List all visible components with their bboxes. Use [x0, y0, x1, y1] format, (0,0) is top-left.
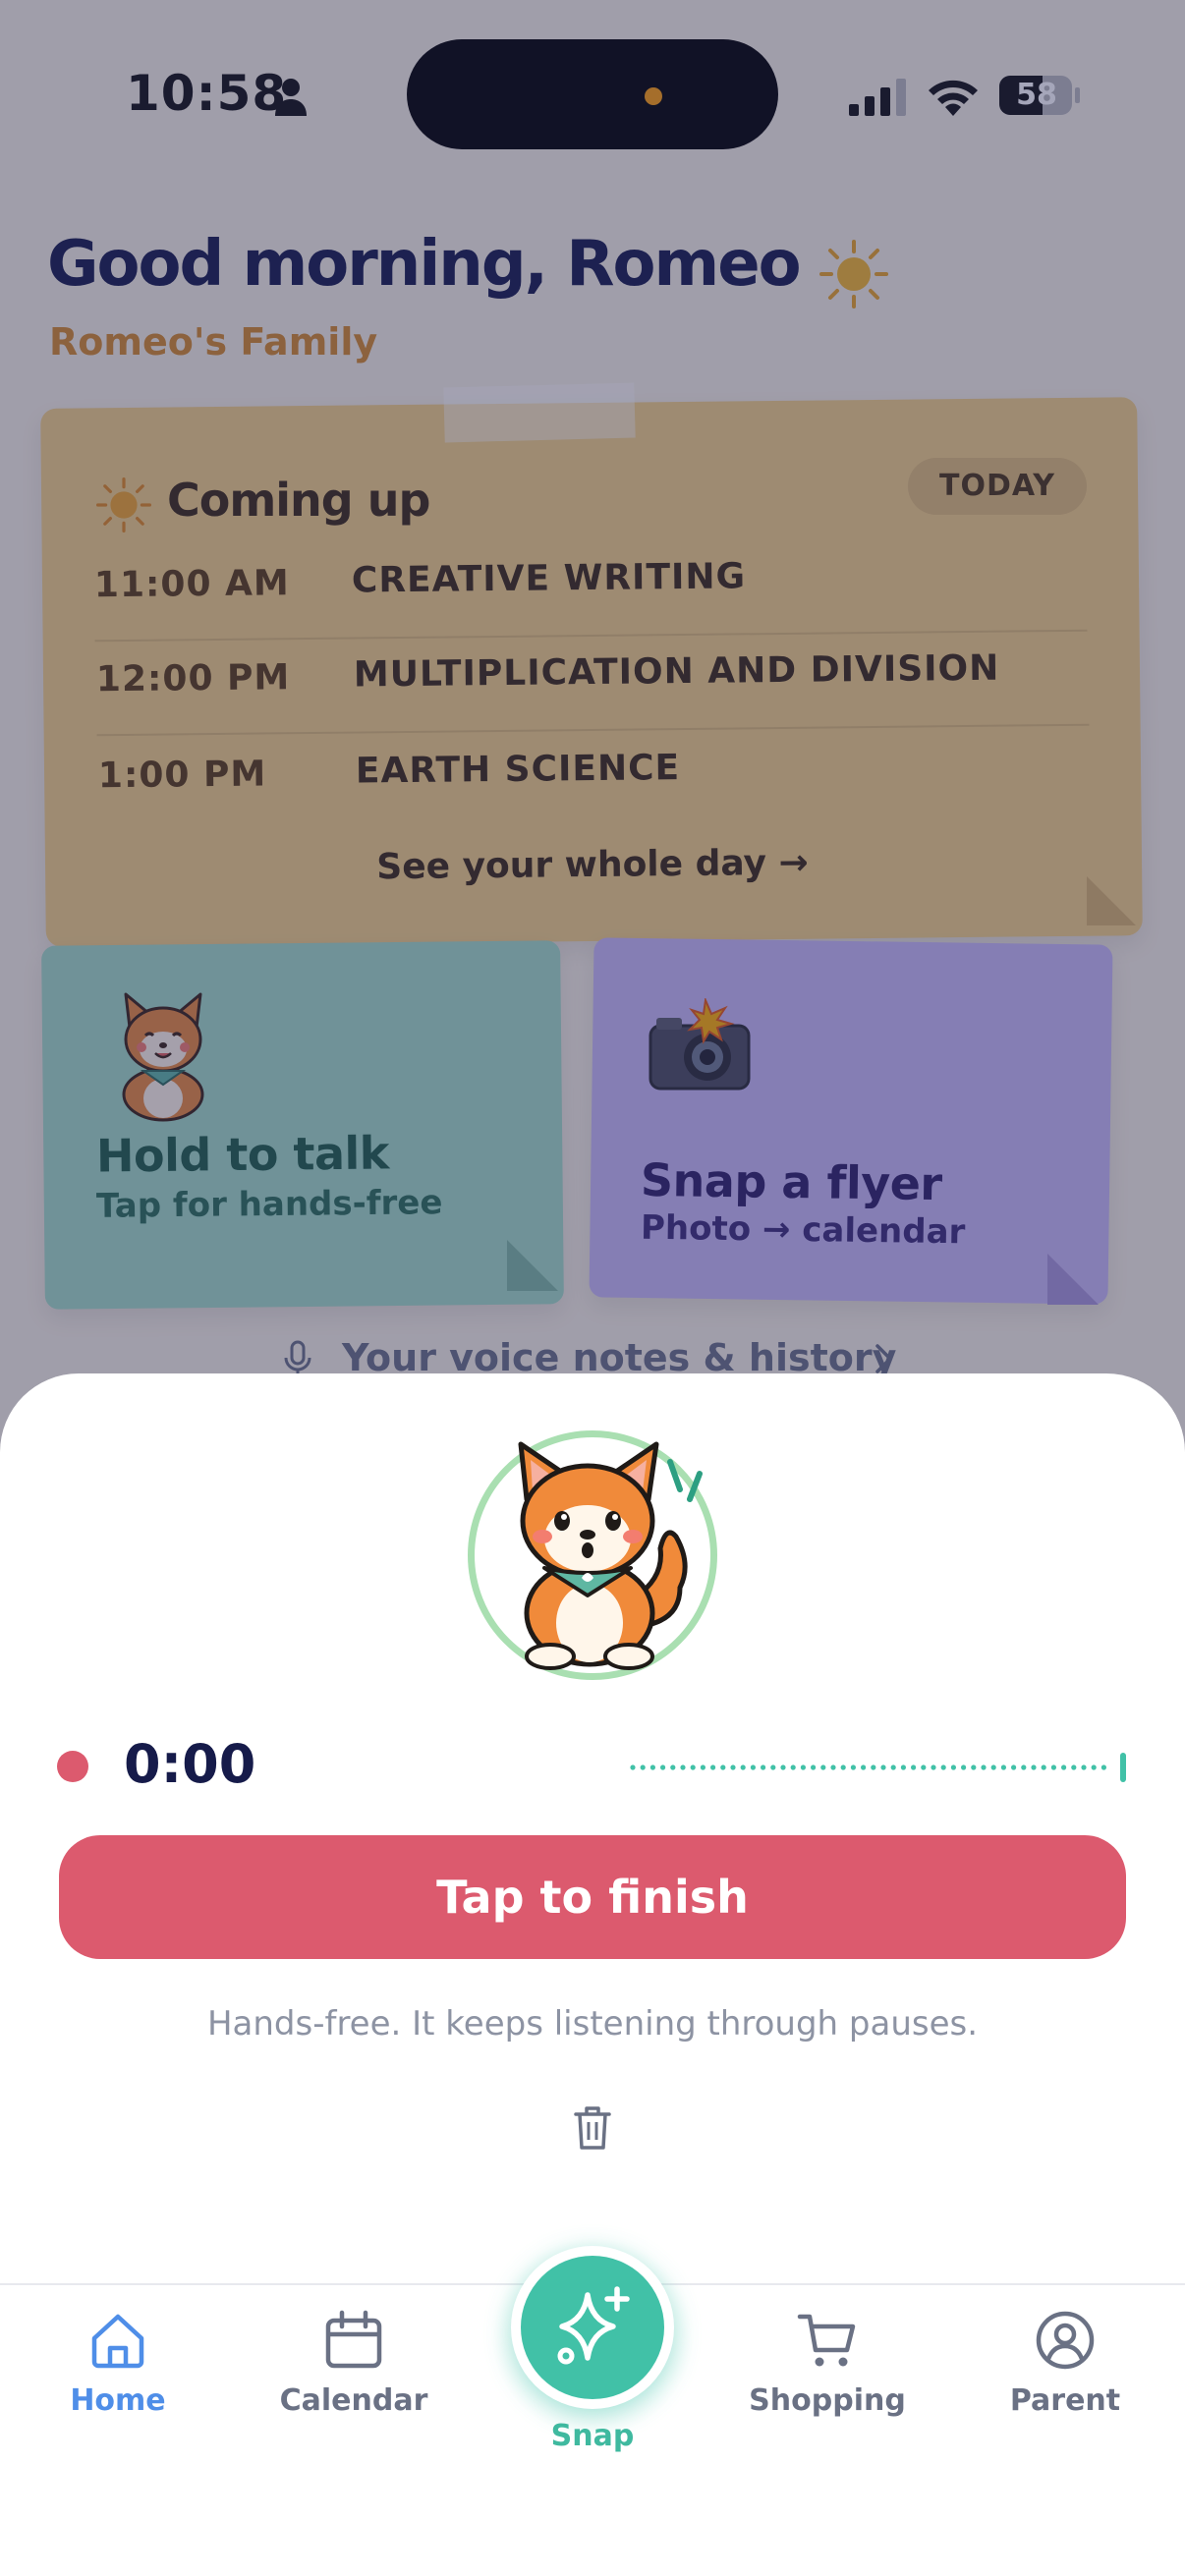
calendar-icon [325, 2310, 382, 2369]
waveform-dot [740, 1764, 746, 1770]
waveform-dot [1081, 1764, 1087, 1770]
waveform-dot [700, 1764, 705, 1770]
tab-label: Calendar [279, 2383, 428, 2418]
waveform-dot [940, 1764, 946, 1770]
recording-timer: 0:00 [124, 1733, 256, 1795]
waveform-dot [971, 1764, 977, 1770]
tab-label: Parent [1009, 2383, 1121, 2418]
waveform-dot [840, 1764, 846, 1770]
waveform-dot [750, 1764, 756, 1770]
waveform-dot [660, 1764, 666, 1770]
snap-button-fill [521, 2256, 664, 2399]
waveform-dot [850, 1764, 856, 1770]
waveform-dot [931, 1764, 936, 1770]
waveform-dot [1091, 1764, 1097, 1770]
waveform-cursor [1120, 1753, 1126, 1782]
shiba-mascot-icon [518, 1441, 703, 1670]
waveform-dot [780, 1764, 786, 1770]
trash-icon[interactable] [570, 2102, 615, 2152]
waveform-dot [911, 1764, 917, 1770]
waveform-dot [790, 1764, 796, 1770]
waveform-dot [1061, 1764, 1067, 1770]
waveform-dot [981, 1764, 987, 1770]
tab-label: Home [70, 2383, 166, 2418]
waveform-dot [811, 1764, 817, 1770]
waveform-dot [1021, 1764, 1027, 1770]
waveform-dot [1041, 1764, 1046, 1770]
tab-shopping[interactable]: Shopping [729, 2309, 926, 2418]
waveform-dot [800, 1764, 806, 1770]
tab-calendar[interactable]: Calendar [255, 2309, 452, 2418]
waveform-dot [690, 1764, 696, 1770]
waveform-dot [921, 1764, 927, 1770]
waveform-dot [1000, 1764, 1006, 1770]
shopping-cart-icon [797, 2314, 856, 2367]
waveform-dot [630, 1764, 636, 1770]
waveform-dot [730, 1764, 736, 1770]
waveform-dot [961, 1764, 967, 1770]
waveform-dot [680, 1764, 686, 1770]
waveform-dot [1031, 1764, 1037, 1770]
hands-free-hint: Hands-free. It keeps listening through p… [206, 2004, 979, 2044]
waveform-dot [830, 1764, 836, 1770]
waveform-dot [761, 1764, 766, 1770]
waveform-dot [720, 1764, 726, 1770]
tab-home[interactable]: Home [20, 2309, 216, 2418]
waveform-dot [1050, 1764, 1056, 1770]
waveform-dot [990, 1764, 996, 1770]
sparkle-icon [557, 2286, 630, 2365]
tab-snap-button[interactable] [511, 2246, 674, 2409]
tab-label: Shopping [749, 2383, 906, 2418]
waveform-dot [871, 1764, 876, 1770]
waveform-dot [890, 1764, 896, 1770]
waveform-dot [770, 1764, 776, 1770]
waveform-dot [649, 1764, 655, 1770]
waveform-dot [640, 1764, 646, 1770]
waveform-dot [861, 1764, 867, 1770]
waveform-dot [710, 1764, 716, 1770]
recording-indicator [57, 1751, 88, 1782]
waveform-dot [1011, 1764, 1017, 1770]
waveform-dot [670, 1764, 676, 1770]
user-circle-icon [1036, 2311, 1095, 2370]
waveform-dot [820, 1764, 826, 1770]
tap-to-finish-button[interactable]: Tap to finish [59, 1835, 1126, 1959]
waveform-dot [900, 1764, 906, 1770]
waveform-dot [950, 1764, 956, 1770]
tab-label: Snap [550, 2419, 635, 2453]
home-icon [91, 2314, 144, 2369]
audio-waveform [630, 1753, 1126, 1782]
tab-parent[interactable]: Parent [967, 2309, 1163, 2418]
waveform-dot [880, 1764, 886, 1770]
waveform-dot [1071, 1764, 1077, 1770]
waveform-dot [1100, 1764, 1106, 1770]
